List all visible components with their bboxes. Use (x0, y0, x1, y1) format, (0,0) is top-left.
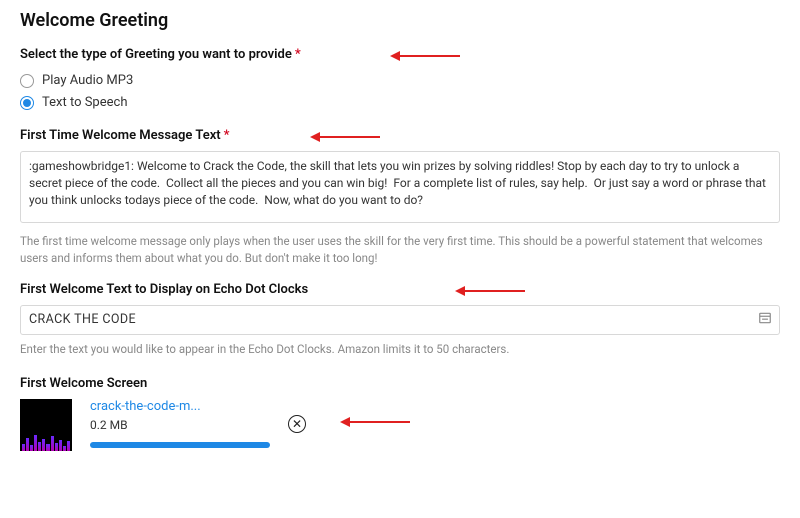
echo-text-label-text: First Welcome Text to Display on Echo Do… (20, 282, 308, 297)
welcome-screen-label: First Welcome Screen (20, 376, 780, 391)
greeting-type-label: Select the type of Greeting you want to … (20, 47, 780, 62)
welcome-screen-label-text: First Welcome Screen (20, 376, 147, 391)
echo-text-input[interactable] (20, 305, 780, 335)
welcome-screen-section: First Welcome Screen crack-the-code-m...… (20, 376, 780, 451)
required-mark: * (295, 47, 301, 62)
echo-text-label: First Welcome Text to Display on Echo Do… (20, 282, 780, 297)
echo-text-help: Enter the text you would like to appear … (20, 341, 780, 358)
echo-text-section: First Welcome Text to Display on Echo Do… (20, 282, 780, 358)
radio-play-audio[interactable]: Play Audio MP3 (20, 70, 780, 92)
required-mark: * (224, 128, 230, 143)
radio-text-to-speech[interactable]: Text to Speech (20, 92, 780, 114)
greeting-type-radios: Play Audio MP3 Text to Speech (20, 70, 780, 114)
first-message-textarea[interactable] (20, 151, 780, 223)
first-message-section: First Time Welcome Message Text * The fi… (20, 128, 780, 268)
annotation-arrow-icon (310, 132, 380, 142)
radio-label: Text to Speech (42, 92, 127, 114)
remove-file-button[interactable]: ✕ (288, 415, 306, 433)
form-icon (758, 311, 772, 329)
welcome-screen-file: crack-the-code-m... 0.2 MB ✕ (20, 399, 780, 451)
greeting-type-section: Select the type of Greeting you want to … (20, 47, 780, 114)
first-message-label-text: First Time Welcome Message Text (20, 128, 221, 143)
close-icon: ✕ (292, 418, 302, 430)
annotation-arrow-icon (340, 417, 410, 427)
upload-progress (90, 442, 270, 448)
annotation-arrow-icon (390, 51, 460, 61)
file-name-link[interactable]: crack-the-code-m... (90, 399, 270, 414)
file-size: 0.2 MB (90, 418, 270, 432)
greeting-type-label-text: Select the type of Greeting you want to … (20, 47, 292, 62)
radio-icon (20, 74, 34, 88)
file-meta: crack-the-code-m... 0.2 MB (90, 399, 270, 448)
radio-icon (20, 96, 34, 110)
page-title: Welcome Greeting (20, 10, 780, 31)
file-thumbnail (20, 399, 72, 451)
first-message-help: The first time welcome message only play… (20, 233, 780, 268)
first-message-label: First Time Welcome Message Text * (20, 128, 780, 143)
radio-label: Play Audio MP3 (42, 70, 133, 92)
annotation-arrow-icon (455, 286, 525, 296)
